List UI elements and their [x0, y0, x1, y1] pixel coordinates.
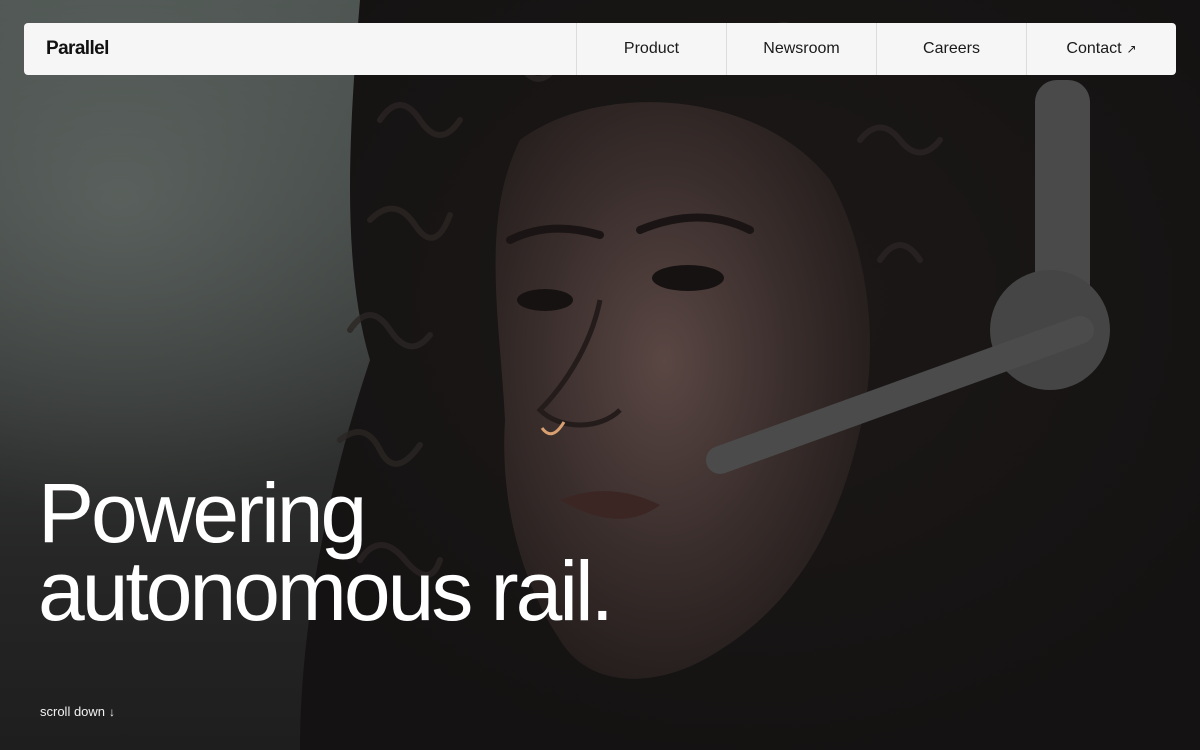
nav-item-label: Newsroom	[763, 40, 840, 57]
arrow-up-right-icon: ↗	[1126, 42, 1137, 56]
nav-item-label: Contact	[1066, 40, 1122, 57]
headline-line-2: autonomous rail.	[38, 544, 614, 638]
nav-item-product[interactable]: Product	[576, 23, 726, 75]
hero-headline: Powering autonomous rail.	[38, 466, 838, 638]
nav-item-label: Product	[623, 40, 680, 57]
nav-item-careers[interactable]: Careers	[876, 23, 1026, 75]
nav-item-contact[interactable]: Contact ↗	[1026, 23, 1176, 75]
headline-line-1: Powering	[38, 466, 367, 560]
arrow-down-icon: ↓	[109, 704, 116, 719]
top-navigation-bar: Parallel Product Newsroom Careers Contac…	[24, 23, 1176, 75]
nav-item-newsroom[interactable]: Newsroom	[726, 23, 876, 75]
scroll-down-label: scroll down	[40, 704, 106, 719]
parallel-logo[interactable]: Parallel	[24, 23, 576, 75]
scroll-down-link[interactable]: scroll down ↓	[40, 704, 115, 719]
hero-section: Parallel Product Newsroom Careers Contac…	[0, 0, 1200, 750]
nav-item-label: Careers	[923, 40, 980, 57]
